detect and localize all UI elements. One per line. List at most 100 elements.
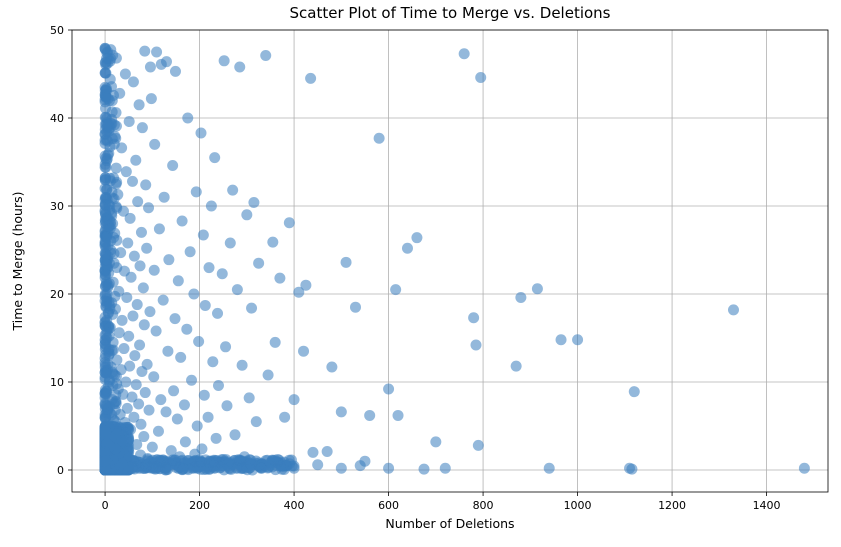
- data-point: [108, 172, 119, 183]
- data-point: [136, 227, 147, 238]
- data-point: [100, 240, 111, 251]
- y-tick-label: 30: [50, 200, 64, 213]
- y-tick-label: 40: [50, 112, 64, 125]
- data-point: [118, 343, 129, 354]
- data-point: [212, 308, 223, 319]
- data-point: [147, 442, 158, 453]
- data-point: [143, 202, 154, 213]
- data-point: [239, 451, 250, 462]
- data-point: [402, 243, 413, 254]
- data-point: [149, 139, 160, 150]
- data-point: [241, 462, 252, 473]
- data-point: [113, 286, 124, 297]
- data-point: [221, 400, 232, 411]
- y-tick-label: 50: [50, 24, 64, 37]
- plot-area: [72, 30, 828, 492]
- data-point: [134, 99, 145, 110]
- data-point: [170, 313, 181, 324]
- data-point: [475, 72, 486, 83]
- data-point: [149, 265, 160, 276]
- data-point: [556, 334, 567, 345]
- data-point: [100, 353, 111, 364]
- y-axis-label: Time to Merge (hours): [10, 192, 25, 332]
- data-point: [232, 284, 243, 295]
- data-point: [225, 237, 236, 248]
- data-point: [136, 366, 147, 377]
- data-point: [170, 66, 181, 77]
- data-point: [120, 69, 131, 80]
- data-point: [207, 356, 218, 367]
- data-point: [355, 460, 366, 471]
- data-point: [100, 341, 111, 352]
- data-point: [206, 201, 217, 212]
- data-point: [473, 440, 484, 451]
- data-point: [100, 456, 111, 467]
- data-point: [103, 221, 114, 232]
- data-point: [186, 375, 197, 386]
- data-point: [144, 405, 155, 416]
- data-point: [265, 457, 276, 468]
- data-point: [156, 59, 167, 70]
- data-point: [124, 116, 135, 127]
- data-point: [129, 251, 140, 262]
- data-point: [459, 48, 470, 59]
- data-point: [253, 258, 264, 269]
- data-point: [204, 262, 215, 273]
- x-tick-label: 600: [378, 499, 399, 512]
- data-point: [544, 463, 555, 474]
- data-point: [155, 394, 166, 405]
- x-axis-label: Number of Deletions: [385, 516, 514, 531]
- data-point: [129, 350, 140, 361]
- data-point: [256, 463, 267, 474]
- data-point: [219, 55, 230, 66]
- data-point: [213, 380, 224, 391]
- data-point: [246, 303, 257, 314]
- data-point: [102, 254, 113, 265]
- data-point: [146, 93, 157, 104]
- data-point: [624, 463, 635, 474]
- data-point: [341, 257, 352, 268]
- data-point: [307, 447, 318, 458]
- data-point: [179, 399, 190, 410]
- data-point: [195, 127, 206, 138]
- data-point: [193, 336, 204, 347]
- data-point: [230, 429, 241, 440]
- data-point: [532, 283, 543, 294]
- data-point: [139, 46, 150, 57]
- data-point: [137, 122, 148, 133]
- data-point: [177, 215, 188, 226]
- data-point: [166, 445, 177, 456]
- data-point: [122, 237, 133, 248]
- data-point: [158, 295, 169, 306]
- data-point: [267, 237, 278, 248]
- data-point: [113, 384, 124, 395]
- y-tick-label: 20: [50, 288, 64, 301]
- data-point: [100, 426, 111, 437]
- data-point: [237, 360, 248, 371]
- x-tick-label: 1000: [564, 499, 592, 512]
- data-point: [234, 61, 245, 72]
- data-point: [153, 426, 164, 437]
- data-point: [203, 412, 214, 423]
- x-tick-label: 800: [473, 499, 494, 512]
- data-point: [383, 463, 394, 474]
- data-point: [128, 76, 139, 87]
- data-point: [198, 230, 209, 241]
- data-point: [138, 282, 149, 293]
- data-point: [102, 58, 113, 69]
- data-point: [100, 290, 111, 301]
- data-point: [159, 192, 170, 203]
- data-point: [154, 223, 165, 234]
- data-point: [322, 446, 333, 457]
- data-point: [145, 61, 156, 72]
- data-point: [180, 436, 191, 447]
- data-point: [182, 113, 193, 124]
- data-point: [134, 340, 145, 351]
- chart-title: Scatter Plot of Time to Merge vs. Deleti…: [290, 4, 611, 22]
- data-point: [260, 50, 271, 61]
- data-point: [251, 416, 262, 427]
- data-point: [572, 334, 583, 345]
- data-point: [326, 362, 337, 373]
- data-point: [188, 289, 199, 300]
- data-point: [419, 464, 430, 475]
